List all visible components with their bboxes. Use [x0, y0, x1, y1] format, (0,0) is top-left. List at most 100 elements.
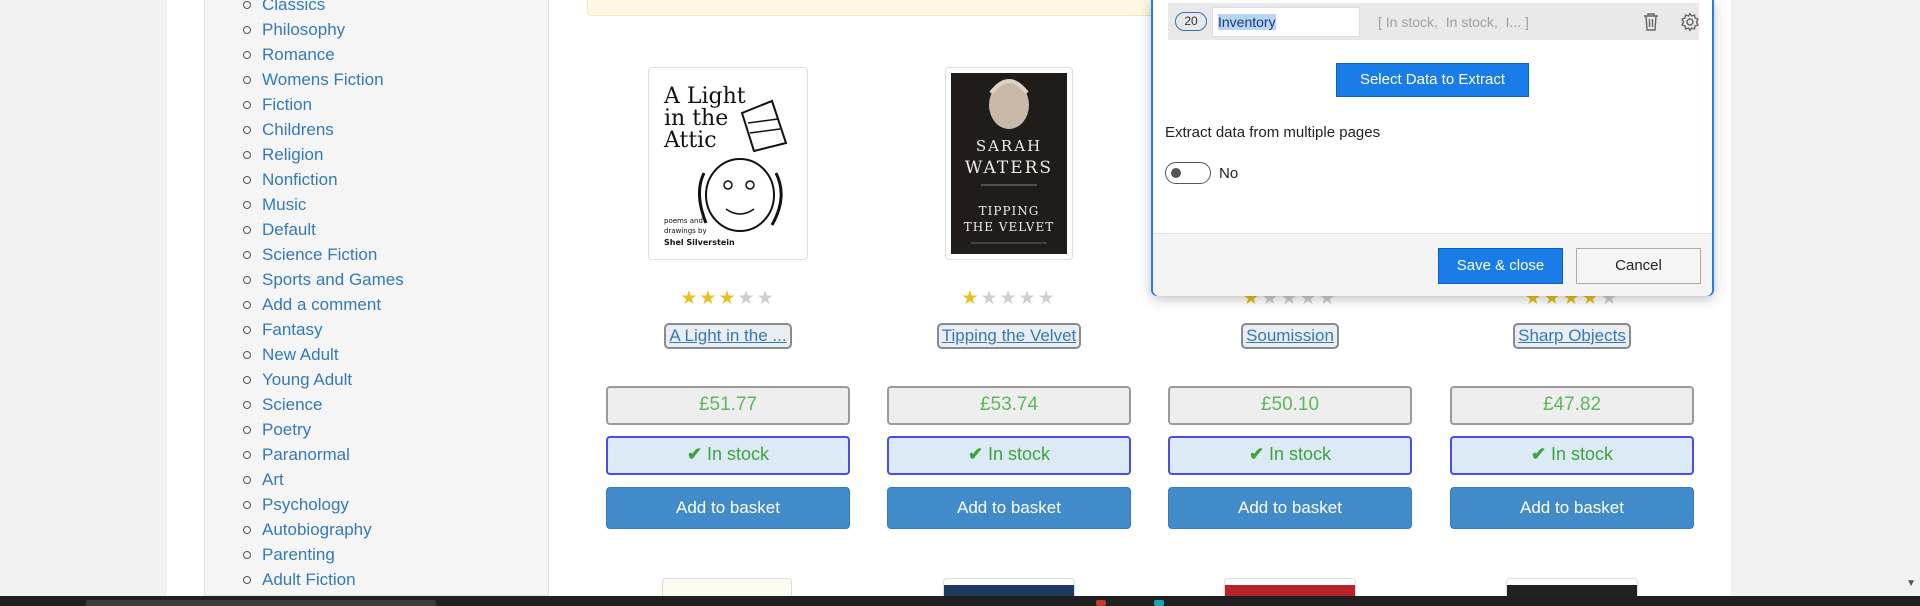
category-link[interactable]: Art: [262, 470, 284, 489]
field-preview-values: [ In stock, In stock, I... ]: [1378, 14, 1529, 30]
star-filled-icon: ★: [718, 288, 738, 309]
star-empty-icon: ★: [756, 288, 776, 309]
add-to-basket-button[interactable]: Add to basket: [1168, 487, 1412, 529]
category-item: Young Adult: [240, 367, 404, 392]
category-link[interactable]: Womens Fiction: [262, 70, 384, 89]
category-item: Philosophy: [240, 17, 404, 42]
gear-icon[interactable]: [1680, 12, 1700, 32]
category-link[interactable]: Fiction: [262, 95, 312, 114]
category-link[interactable]: Sports and Games: [262, 270, 404, 289]
check-icon: ✔: [686, 444, 703, 464]
product-card: A Light in the Attic poems and drawings …: [606, 0, 850, 606]
add-to-basket-button[interactable]: Add to basket: [887, 487, 1131, 529]
field-name-text: Inventory: [1218, 14, 1276, 30]
category-link[interactable]: Parenting: [262, 545, 335, 564]
multi-page-toggle-label: No: [1219, 165, 1239, 182]
category-link[interactable]: Psychology: [262, 495, 349, 514]
category-link[interactable]: Philosophy: [262, 20, 345, 39]
book-title-link[interactable]: Soumission: [1241, 323, 1339, 349]
category-link[interactable]: Young Adult: [262, 370, 352, 389]
category-link[interactable]: Fantasy: [262, 320, 322, 339]
taskbar-app-icon[interactable]: [1096, 600, 1106, 606]
extract-data-dialog: 20 Inventory [ In stock, In stock, I... …: [1151, 0, 1714, 296]
price-label: £53.74: [887, 386, 1131, 425]
category-item: Womens Fiction: [240, 67, 404, 92]
category-link[interactable]: Poetry: [262, 420, 311, 439]
category-link[interactable]: Default: [262, 220, 316, 239]
star-empty-icon: ★: [737, 288, 757, 309]
category-item: Classics: [240, 0, 404, 17]
trash-icon[interactable]: [1642, 12, 1660, 32]
taskbar-item[interactable]: [86, 600, 436, 606]
availability-text: In stock: [707, 444, 770, 464]
toggle-knob: [1171, 168, 1181, 178]
category-link[interactable]: Romance: [262, 45, 335, 64]
add-to-basket-button[interactable]: Add to basket: [606, 487, 850, 529]
check-icon: ✔: [1530, 444, 1547, 464]
star-filled-icon: ★: [699, 288, 719, 309]
category-link[interactable]: Adult Fiction: [262, 570, 356, 589]
star-filled-icon: ★: [680, 288, 700, 309]
category-link[interactable]: Science: [262, 395, 322, 414]
save-close-button[interactable]: Save & close: [1438, 248, 1563, 284]
category-link[interactable]: Nonfiction: [262, 170, 338, 189]
multi-page-toggle[interactable]: [1165, 162, 1211, 184]
category-item: Parenting: [240, 542, 404, 567]
category-link[interactable]: Religion: [262, 145, 323, 164]
category-link[interactable]: Add a comment: [262, 295, 381, 314]
svg-text:drawings by: drawings by: [664, 227, 707, 235]
price-label: £51.77: [606, 386, 850, 425]
dialog-footer: Save & close Cancel: [1153, 233, 1712, 296]
category-item: Sports and Games: [240, 267, 404, 292]
availability-text: In stock: [1551, 444, 1614, 464]
price-label: £50.10: [1168, 386, 1412, 425]
cancel-button[interactable]: Cancel: [1576, 248, 1701, 284]
category-item: Psychology: [240, 492, 404, 517]
scroll-down-arrow-icon[interactable]: ▼: [1906, 578, 1916, 589]
select-data-button[interactable]: Select Data to Extract: [1336, 63, 1529, 97]
category-item: Paranormal: [240, 442, 404, 467]
svg-text:TIPPING: TIPPING: [979, 204, 1040, 218]
category-item: New Adult: [240, 342, 404, 367]
book-cover-frame[interactable]: A Light in the Attic poems and drawings …: [648, 67, 808, 260]
availability-label: ✔ In stock: [1450, 436, 1694, 475]
category-link[interactable]: Science Fiction: [262, 245, 377, 264]
availability-label: ✔ In stock: [887, 436, 1131, 475]
availability-label: ✔ In stock: [606, 436, 850, 475]
svg-text:poems and: poems and: [664, 217, 703, 225]
category-item: Romance: [240, 42, 404, 67]
category-item: Science Fiction: [240, 242, 404, 267]
book-title-link[interactable]: Tipping the Velvet: [936, 323, 1082, 349]
field-name-input[interactable]: Inventory: [1212, 7, 1360, 37]
category-item: Science: [240, 392, 404, 417]
category-item: Music: [240, 192, 404, 217]
category-link[interactable]: Autobiography: [262, 520, 372, 539]
category-item: Autobiography: [240, 517, 404, 542]
star-empty-icon: ★: [980, 288, 1000, 309]
category-item: Default: [240, 217, 404, 242]
price-label: £47.82: [1450, 386, 1694, 425]
category-item: Poetry: [240, 417, 404, 442]
star-filled-icon: ★: [961, 288, 981, 309]
book-title-link[interactable]: Sharp Objects: [1513, 323, 1631, 349]
svg-text:WATERS: WATERS: [965, 158, 1053, 178]
add-to-basket-button[interactable]: Add to basket: [1450, 487, 1694, 529]
svg-text:SARAH: SARAH: [976, 137, 1042, 155]
book-cover-frame[interactable]: SARAH WATERS TIPPING THE VELVET: [945, 67, 1073, 260]
category-link[interactable]: Classics: [262, 0, 325, 14]
category-item: Art: [240, 467, 404, 492]
category-link[interactable]: Paranormal: [262, 445, 350, 464]
star-rating: ★★★★★: [887, 287, 1131, 310]
category-link[interactable]: Childrens: [262, 120, 334, 139]
category-item: Fiction: [240, 92, 404, 117]
book-cover-image: A Light in the Attic poems and drawings …: [654, 73, 802, 254]
availability-label: ✔ In stock: [1168, 436, 1412, 475]
category-item: Religion: [240, 142, 404, 167]
taskbar-app-icon[interactable]: [1154, 600, 1164, 606]
book-title-link[interactable]: A Light in the ...: [664, 323, 792, 349]
star-rating: ★★★★★: [606, 287, 850, 310]
category-link[interactable]: Music: [262, 195, 306, 214]
check-icon: ✔: [1248, 444, 1265, 464]
category-item: Add a comment: [240, 292, 404, 317]
category-link[interactable]: New Adult: [262, 345, 339, 364]
